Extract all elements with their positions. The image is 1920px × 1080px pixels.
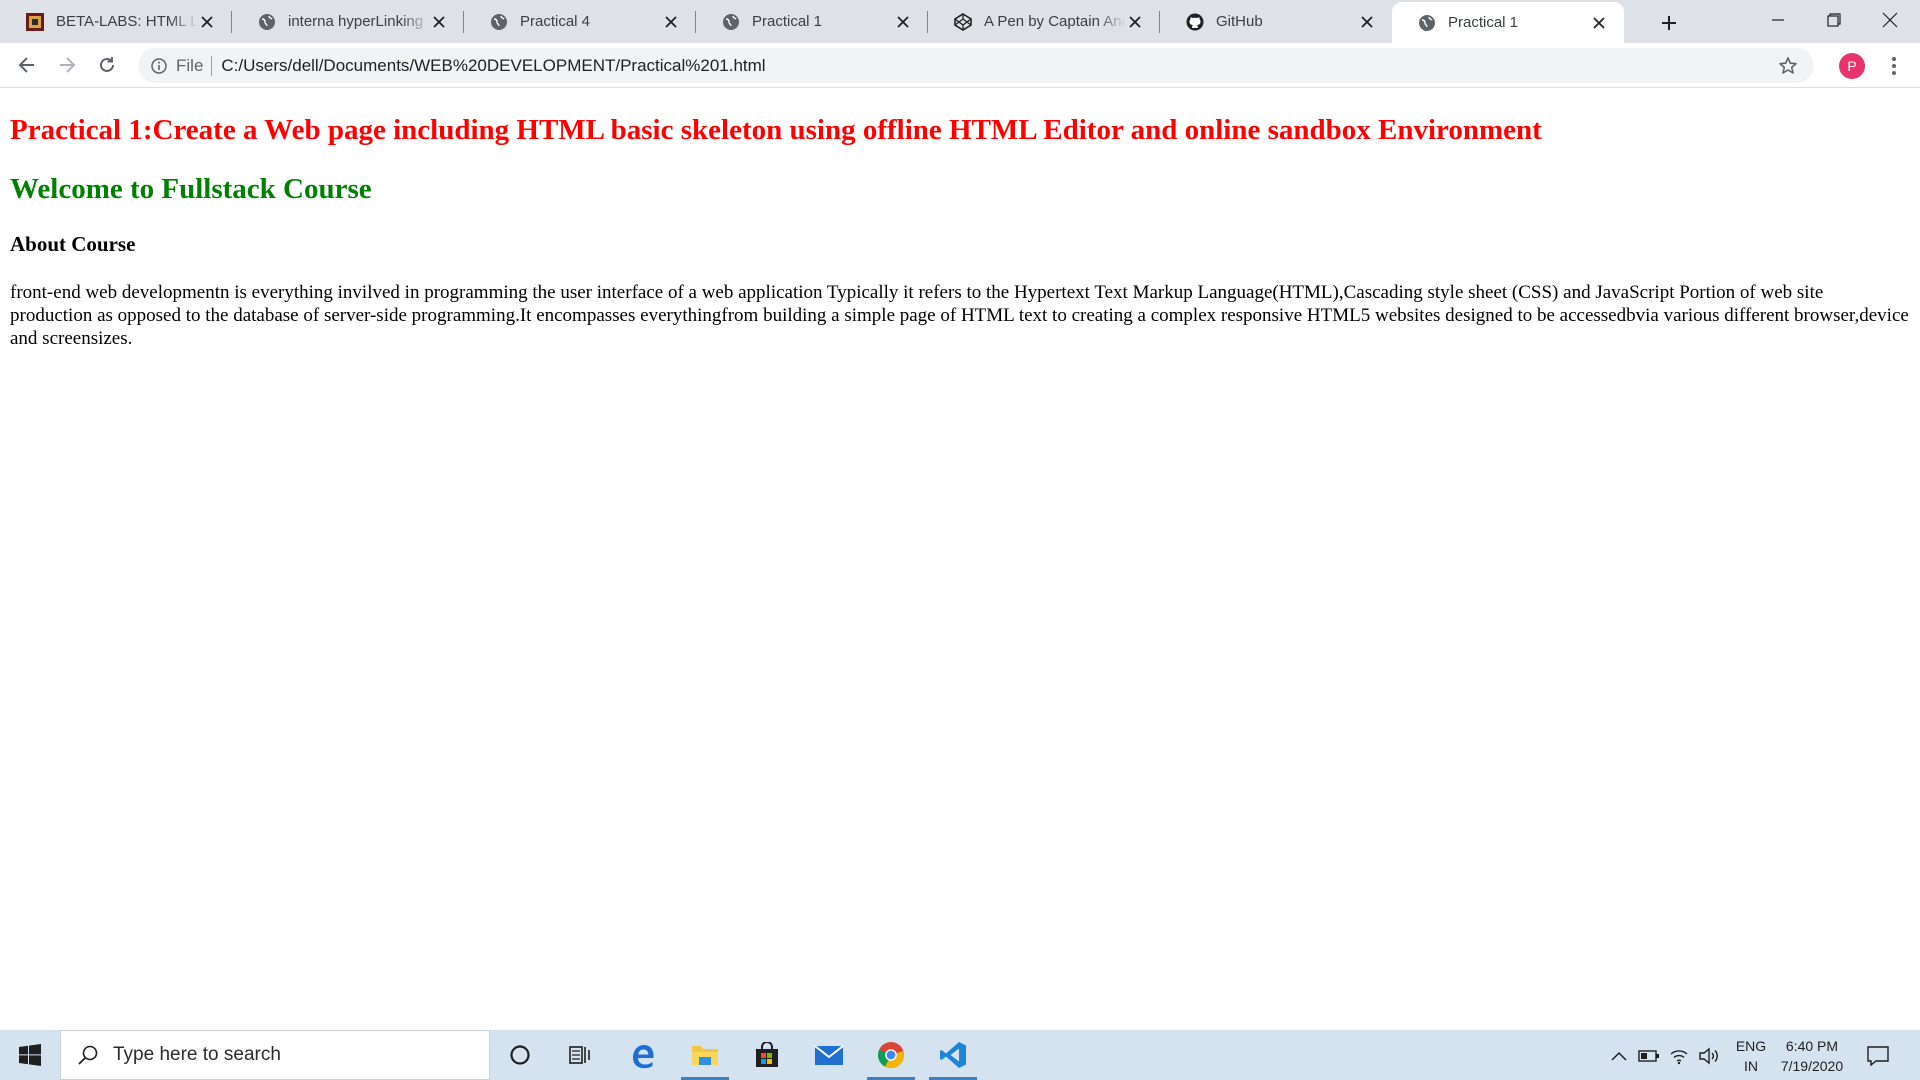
globe-icon	[258, 13, 276, 31]
welcome-heading: Welcome to Fullstack Course	[10, 173, 372, 205]
plus-icon	[1662, 16, 1676, 30]
about-heading: About Course	[10, 232, 136, 256]
edge-icon	[633, 1045, 654, 1069]
chrome-button[interactable]	[861, 1030, 921, 1080]
minimize-icon	[1772, 19, 1784, 21]
edge-button[interactable]	[613, 1030, 673, 1080]
wifi-icon[interactable]	[1668, 1045, 1690, 1067]
tab-practical-1[interactable]: Practical 1	[696, 0, 928, 43]
address-separator	[211, 55, 213, 76]
cortana-icon	[510, 1045, 530, 1065]
tab-title: Practical 1	[752, 13, 823, 30]
tab-title: GitHub	[1216, 13, 1263, 30]
arrow-right-icon	[60, 57, 76, 73]
region-code: IN	[1744, 1058, 1758, 1074]
battery-icon[interactable]	[1638, 1045, 1660, 1067]
mail-button[interactable]	[799, 1030, 859, 1080]
browser-toolbar: File C:/Users/dell/Documents/WEB%20DEVEL…	[0, 43, 1920, 88]
close-icon[interactable]	[430, 13, 448, 31]
forward-button[interactable]	[51, 49, 83, 81]
beta-labs-favicon	[26, 12, 44, 31]
chrome-icon	[877, 1042, 904, 1069]
tab-interna-hyperlinking[interactable]: interna hyperLinking	[232, 0, 464, 43]
tab-practical-4[interactable]: Practical 4	[464, 0, 696, 43]
back-button[interactable]	[11, 49, 43, 81]
mail-icon	[814, 1045, 844, 1065]
menu-button[interactable]	[1882, 54, 1906, 78]
tab-title: A Pen by Captain Anonymous	[984, 13, 1126, 30]
cortana-button[interactable]	[490, 1030, 550, 1080]
volume-icon[interactable]	[1698, 1045, 1720, 1067]
folder-icon	[692, 1046, 718, 1065]
reload-button[interactable]	[91, 49, 123, 81]
url-text[interactable]: C:/Users/dell/Documents/WEB%20DEVELOPMEN…	[221, 56, 765, 76]
search-placeholder: Type here to search	[113, 1044, 281, 1065]
close-icon[interactable]	[894, 13, 912, 31]
close-icon[interactable]	[662, 13, 680, 31]
file-explorer-button[interactable]	[675, 1030, 735, 1080]
chevron-up-icon[interactable]	[1608, 1045, 1630, 1067]
profile-avatar[interactable]: P	[1839, 53, 1865, 79]
info-icon[interactable]	[150, 57, 168, 75]
tab-strip: BETA-LABS: HTML Link interna hyperLinkin…	[0, 0, 1920, 43]
vscode-icon	[940, 1042, 966, 1068]
windows-taskbar: Type here to search ENG IN 6:40 PM 7/19/…	[0, 1030, 1920, 1080]
github-icon	[1186, 13, 1204, 31]
task-view-icon	[569, 1046, 590, 1064]
notification-icon	[1867, 1046, 1889, 1066]
star-icon[interactable]	[1778, 56, 1798, 76]
tab-practical-1-active[interactable]: Practical 1	[1392, 2, 1624, 43]
tab-codepen[interactable]: A Pen by Captain Anonymous	[928, 0, 1160, 43]
tab-title: Practical 4	[520, 13, 591, 30]
tab-beta-labs[interactable]: BETA-LABS: HTML Link	[0, 0, 232, 43]
arrow-left-icon	[18, 57, 34, 73]
tab-title: Practical 1	[1448, 14, 1519, 31]
vscode-button[interactable]	[923, 1030, 983, 1080]
close-icon[interactable]	[1126, 13, 1144, 31]
task-view-button[interactable]	[550, 1030, 610, 1080]
clock-date: 7/19/2020	[1780, 1058, 1844, 1074]
tab-title: BETA-LABS: HTML Link	[56, 13, 198, 30]
new-tab-button[interactable]	[1655, 9, 1683, 37]
taskbar-search[interactable]: Type here to search	[60, 1030, 490, 1080]
close-window-button[interactable]	[1862, 0, 1918, 40]
reload-icon	[100, 57, 114, 72]
windows-logo-icon	[19, 1044, 41, 1066]
system-clock[interactable]: 6:40 PM 7/19/2020	[1772, 1036, 1852, 1076]
globe-icon	[490, 13, 508, 31]
close-icon[interactable]	[198, 13, 216, 31]
minimize-button[interactable]	[1750, 0, 1806, 40]
store-button[interactable]	[737, 1030, 797, 1080]
search-icon	[78, 1045, 98, 1065]
input-language[interactable]: ENG IN	[1733, 1036, 1769, 1076]
address-bar[interactable]: File C:/Users/dell/Documents/WEB%20DEVEL…	[138, 48, 1814, 83]
tab-title: interna hyperLinking	[288, 13, 424, 30]
more-vertical-icon	[1892, 57, 1896, 75]
url-scheme-label: File	[176, 55, 204, 75]
restore-button[interactable]	[1806, 0, 1862, 40]
tab-github[interactable]: GitHub	[1160, 0, 1392, 43]
close-icon[interactable]	[1590, 14, 1608, 32]
notification-center-button[interactable]	[1864, 1042, 1892, 1070]
restore-icon	[1827, 13, 1841, 27]
globe-icon	[1418, 14, 1436, 32]
close-icon	[1882, 12, 1898, 28]
store-icon	[756, 1042, 778, 1067]
web-page-content: Practical 1:Create a Web page including …	[0, 89, 1920, 1030]
practical-heading: Practical 1:Create a Web page including …	[10, 114, 1542, 146]
clock-time: 6:40 PM	[1785, 1038, 1839, 1054]
course-description: front-end web developmentn is everything…	[10, 282, 1909, 349]
codepen-icon	[954, 12, 972, 31]
language-code: ENG	[1735, 1038, 1767, 1054]
globe-icon	[722, 13, 740, 31]
close-icon[interactable]	[1358, 13, 1376, 31]
start-button[interactable]	[0, 1030, 60, 1080]
